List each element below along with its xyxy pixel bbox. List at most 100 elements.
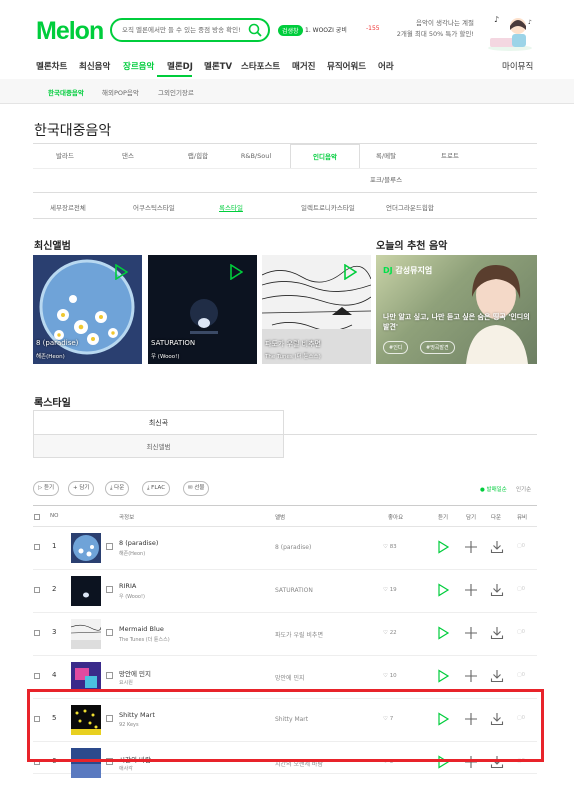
nav-item-genre[interactable]: 장르음악 (123, 60, 154, 72)
row-checkbox[interactable] (34, 587, 40, 593)
like-button[interactable]: ♡ 83 (383, 544, 397, 550)
play-icon[interactable] (229, 264, 243, 280)
song-artist[interactable]: 우 (Wooo!) (119, 593, 145, 600)
tab-trot[interactable]: 트로트 (415, 144, 485, 168)
album-title[interactable]: 8 (paradise) (36, 339, 78, 347)
row-checkbox[interactable] (34, 544, 40, 550)
song-album[interactable]: SATURATION (275, 587, 313, 594)
tab-latest-songs[interactable]: 최신곡 (33, 410, 284, 434)
sort-release[interactable]: ● 발매일순 (480, 485, 507, 493)
subgenre-acoustic[interactable]: 어쿠스틱스타일 (133, 202, 175, 212)
nav-item-tv[interactable]: 멜론TV (204, 60, 232, 72)
song-info-button[interactable] (106, 586, 113, 593)
mv-button[interactable]: ▢0 (517, 672, 525, 678)
tab-rock[interactable]: 록/메탈 (351, 144, 421, 168)
download-icon[interactable] (490, 540, 504, 554)
album-title[interactable]: 파도가 우릴 비추면 (265, 339, 321, 349)
album-thumbnail[interactable] (71, 576, 101, 606)
play-icon[interactable] (114, 264, 128, 280)
subnav-kpop[interactable]: 한국대중음악 (48, 87, 84, 97)
song-info-button[interactable] (106, 672, 113, 679)
promo-illustration-icon[interactable]: ♪ ♪ (486, 14, 534, 52)
song-title[interactable]: Mermaid Blue (119, 625, 164, 633)
melon-logo[interactable]: Melon (36, 17, 104, 46)
subgenre-underground[interactable]: 언더그라운드힙합 (386, 202, 434, 212)
recommend-tag[interactable]: #인디 (383, 341, 409, 354)
tab-latest-albums[interactable]: 최신앨범 (33, 434, 284, 458)
mv-button[interactable]: ▢0 (517, 543, 525, 549)
subnav-pop[interactable]: 해외POP음악 (102, 87, 139, 97)
play-icon[interactable] (343, 264, 357, 280)
table-row[interactable]: 1 8 (paradise) 해존(Heon) 8 (paradise) ♡ 8… (33, 527, 537, 570)
tab-ballad[interactable]: 발라드 (30, 144, 100, 168)
listen-button[interactable]: ▷ 듣기 (33, 481, 60, 496)
mv-button[interactable]: ▢0 (517, 629, 525, 635)
like-button[interactable]: ♡ 10 (383, 673, 397, 679)
album-card[interactable]: 파도가 우릴 비추면 The Tunes (더 튠스스) (262, 255, 371, 364)
album-thumbnail[interactable] (71, 533, 101, 563)
like-button[interactable]: ♡ 22 (383, 630, 397, 636)
flac-button[interactable]: ⤓ FLAC (142, 481, 171, 496)
subgenre-electronica[interactable]: 일렉트로니카스타일 (301, 202, 355, 212)
album-title[interactable]: SATURATION (151, 339, 195, 347)
download-icon[interactable] (490, 583, 504, 597)
recommend-banner[interactable]: DJ 감성뮤지엄 나만 알고 싶고, 나만 듣고 싶은 숨은 띵곡 '인디의 발… (376, 255, 537, 364)
song-album[interactable]: 8 (paradise) (275, 544, 311, 551)
promo-banner[interactable]: 음악이 생각나는 계절 2개월 최대 50% 특가 할인! (397, 18, 474, 40)
album-artist[interactable]: 해존(Heon) (36, 352, 65, 360)
tab-indie[interactable]: 인디음악 (290, 144, 360, 169)
nav-item-new[interactable]: 최신음악 (79, 60, 110, 72)
tab-folk[interactable]: 포크/블루스 (351, 168, 421, 192)
song-artist[interactable]: The Tunes (더 튠스스) (119, 636, 170, 643)
add-icon[interactable] (464, 626, 478, 640)
song-artist[interactable]: 해존(Heon) (119, 550, 145, 557)
tab-rnb[interactable]: R&B/Soul (221, 144, 291, 168)
table-row[interactable]: 3 Mermaid Blue The Tunes (더 튠스스) 파도가 우릴 … (33, 613, 537, 656)
row-checkbox[interactable] (34, 630, 40, 636)
mv-button[interactable]: ▢0 (517, 586, 525, 592)
song-info-button[interactable] (106, 543, 113, 550)
subnav-other[interactable]: 그외인기장르 (158, 87, 194, 97)
song-album[interactable]: 망안에 민지 (275, 673, 305, 682)
tab-dance[interactable]: 댄스 (93, 144, 163, 168)
select-all-checkbox[interactable] (34, 514, 40, 520)
album-thumbnail[interactable] (71, 662, 101, 692)
subgenre-all[interactable]: 세부장르전체 (50, 202, 86, 212)
download-icon[interactable] (490, 669, 504, 683)
gift-button[interactable]: ✉ 선물 (183, 481, 210, 496)
subgenre-rock[interactable]: 록스타일 (219, 202, 243, 212)
nav-item-extra[interactable]: 어라 (378, 60, 394, 72)
play-icon[interactable] (436, 583, 450, 597)
song-title[interactable]: 8 (paradise) (119, 539, 158, 547)
nav-item-chart[interactable]: 멜론차트 (36, 60, 67, 72)
album-artist[interactable]: The Tunes (더 튠스스) (265, 352, 321, 360)
nav-item-magazine[interactable]: 매거진 (292, 60, 315, 72)
song-title[interactable]: RIRIA (119, 582, 136, 590)
row-checkbox[interactable] (34, 673, 40, 679)
search-tag-badge[interactable]: 검생창 (278, 25, 303, 36)
album-thumbnail[interactable] (71, 619, 101, 649)
nav-item-dj[interactable]: 멜론DJ (167, 60, 193, 72)
recommend-tag[interactable]: #띵곡발견 (420, 341, 455, 354)
song-title[interactable]: 망안에 민지 (119, 668, 151, 678)
song-artist[interactable]: 요시원 (119, 679, 133, 686)
play-icon[interactable] (436, 626, 450, 640)
add-icon[interactable] (464, 583, 478, 597)
nav-item-starpost[interactable]: 스타포스트 (241, 60, 280, 72)
add-button[interactable]: + 담기 (68, 481, 95, 496)
album-card[interactable]: SATURATION 우 (Wooo!) (148, 255, 257, 364)
play-icon[interactable] (436, 669, 450, 683)
add-icon[interactable] (464, 669, 478, 683)
song-artist[interactable]: 애사각 (119, 765, 133, 772)
hot-keyword[interactable]: 1. WOOZI 궁비 (305, 25, 347, 34)
play-icon[interactable] (436, 540, 450, 554)
search-bar[interactable]: 오직 멜론에서만 들 수 있는 중점 방송 확인! (110, 18, 270, 42)
album-artist[interactable]: 우 (Wooo!) (151, 352, 180, 360)
table-row[interactable]: 2 RIRIA 우 (Wooo!) SATURATION ♡ 19 ▢0 (33, 570, 537, 613)
album-card[interactable]: 8 (paradise) 해존(Heon) (33, 255, 142, 364)
search-icon[interactable] (248, 23, 262, 37)
nav-item-mymusic[interactable]: 마이뮤직 (502, 60, 533, 72)
sort-popular[interactable]: 인기순 (516, 485, 531, 493)
nav-item-award[interactable]: 뮤직어워드 (327, 60, 366, 72)
song-album[interactable]: 파도가 우릴 비추면 (275, 630, 323, 639)
